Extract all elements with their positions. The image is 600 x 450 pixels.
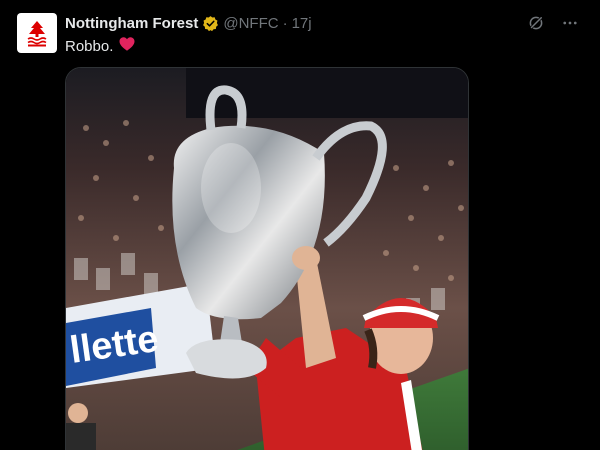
- photo-illustration: llette: [66, 68, 468, 450]
- grok-icon[interactable]: [526, 13, 546, 33]
- avatar[interactable]: [17, 13, 57, 53]
- handle[interactable]: @NFFC: [223, 15, 278, 32]
- tweet-text: Robbo.: [65, 35, 136, 59]
- tweet-photo[interactable]: llette: [65, 67, 469, 450]
- display-name[interactable]: Nottingham Forest: [65, 15, 198, 32]
- nottingham-forest-crest-icon: [23, 18, 51, 48]
- timestamp[interactable]: 17j: [292, 15, 312, 32]
- more-icon[interactable]: [560, 13, 580, 33]
- tweet: Nottingham Forest @NFFC · 17j Robbo. lle…: [0, 0, 600, 450]
- verified-badge-icon[interactable]: [202, 15, 219, 32]
- header-actions: [526, 13, 580, 33]
- tweet-text-content: Robbo.: [65, 38, 114, 55]
- tweet-header: Nottingham Forest @NFFC · 17j: [65, 13, 312, 33]
- red-heart-icon: [118, 35, 136, 59]
- separator-dot: ·: [282, 14, 288, 32]
